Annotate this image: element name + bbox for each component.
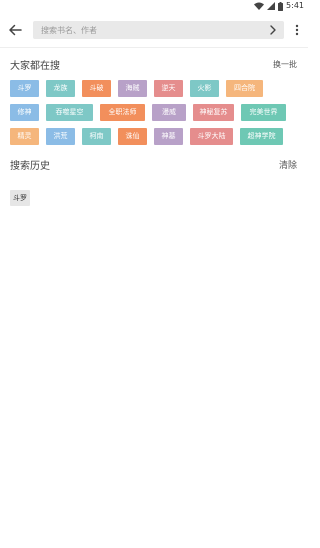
hot-tag[interactable]: 海贼 (118, 80, 147, 97)
status-bar: 5:41 (0, 0, 308, 12)
history-item[interactable]: 斗罗 (10, 190, 30, 206)
battery-icon (278, 1, 284, 11)
search-input[interactable] (41, 21, 261, 39)
hot-search-title: 大家都在搜 (10, 61, 60, 72)
hot-tag[interactable]: 斗罗大陆 (190, 128, 233, 145)
search-box (33, 21, 284, 39)
hot-tag[interactable]: 完美世界 (241, 104, 286, 121)
history-list: 斗罗 (10, 185, 30, 206)
tag-row: 斗罗 龙族 斗破 海贼 逆天 火影 四合院 (10, 80, 300, 97)
hot-tag[interactable]: 龙族 (46, 80, 75, 97)
hot-tag[interactable]: 诛仙 (118, 128, 147, 145)
signal-icon (267, 2, 276, 10)
tag-row: 精灵 洪荒 柯南 诛仙 神墓 斗罗大陆 超神学院 (10, 128, 300, 145)
search-toolbar (0, 12, 308, 48)
refresh-button[interactable]: 换一批 (273, 59, 297, 70)
hot-tag[interactable]: 神秘复苏 (193, 104, 234, 121)
hot-tag[interactable]: 四合院 (226, 80, 263, 97)
hot-tags: 斗罗 龙族 斗破 海贼 逆天 火影 四合院 修神 吞噬星空 全职法师 漫威 神秘复苏 完美世界 精灵 洪荒柯… (10, 80, 300, 152)
hot-tag[interactable]: 火影 (190, 80, 219, 97)
status-time: 5:41 (286, 1, 304, 10)
hot-tag[interactable]: 全职法师 (100, 104, 145, 121)
hot-tag[interactable]: 吞噬星空 (46, 104, 93, 121)
hot-tag[interactable]: 斗罗 (10, 80, 39, 97)
more-vert-icon[interactable] (292, 21, 302, 39)
hot-tag[interactable]: 逆天 (154, 80, 183, 97)
hot-tag[interactable]: 柯南 (82, 128, 111, 145)
history-title: 搜索历史 (10, 161, 50, 172)
chevron-right-icon[interactable] (266, 23, 280, 37)
hot-tag[interactable]: 斗破 (82, 80, 111, 97)
hot-tag[interactable]: 精灵 (10, 128, 39, 145)
hot-tag[interactable]: 修神 (10, 104, 39, 121)
hot-tag[interactable]: 洪荒 (46, 128, 75, 145)
status-icons: 5:41 (254, 1, 304, 11)
hot-tag[interactable]: 漫威 (152, 104, 186, 121)
hot-tag[interactable]: 神墓 (154, 128, 183, 145)
wifi-icon (254, 2, 265, 10)
back-arrow-icon[interactable] (6, 21, 24, 39)
clear-history-button[interactable]: 清除 (279, 158, 297, 171)
hot-tag[interactable]: 超神学院 (240, 128, 283, 145)
tag-row: 修神 吞噬星空 全职法师 漫威 神秘复苏 完美世界 (10, 104, 300, 121)
